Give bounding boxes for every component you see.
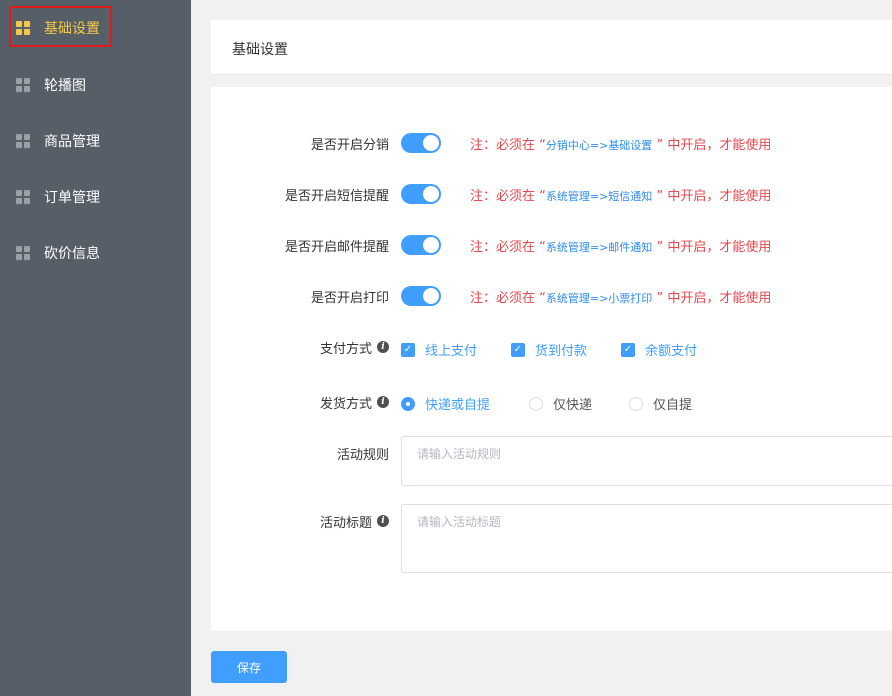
note-suffix: ” 中开启，才能使用 xyxy=(656,290,772,306)
page-title: 基础设置 xyxy=(232,42,288,58)
note-path: 系统管理=>小票打印 xyxy=(545,291,653,305)
radio-circle-icon xyxy=(529,396,543,411)
sidebar: 基础设置 轮播图 商品管理 订单管理 砍价信息 xyxy=(0,0,191,696)
form-row-payment: 支付方式 i xyxy=(211,337,389,357)
info-icon: i xyxy=(377,515,389,527)
field-label: 支付方式 i xyxy=(211,338,389,357)
check-icon: ✓ xyxy=(401,342,415,357)
note-path: 分销中心=>基础设置 xyxy=(545,138,653,152)
header-card: 基础设置 xyxy=(211,20,892,75)
note-prefix: 注：必须在 “ xyxy=(470,137,546,153)
info-icon: i xyxy=(377,396,389,408)
checkbox-label: 余额支付 xyxy=(645,344,698,359)
note-prefix: 注：必须在 “ xyxy=(470,188,546,204)
form-row-delivery: 发货方式 i xyxy=(211,392,389,412)
sidebar-item-label: 订单管理 xyxy=(44,190,100,206)
field-label: 活动规则 xyxy=(336,447,389,463)
field-label: 是否开启邮件提醒 xyxy=(284,239,389,255)
form-row-email: 是否开启邮件提醒 注：必须在 “系统管理=>邮件通知 ” 中开启，才能使用 xyxy=(211,235,771,255)
grid-icon xyxy=(16,78,30,92)
toggle-note: 注：必须在 “系统管理=>邮件通知 ” 中开启，才能使用 xyxy=(470,236,771,255)
payment-online-checkbox[interactable]: ✓ 线上支付 xyxy=(401,340,477,359)
activity-rules-input[interactable] xyxy=(401,436,892,486)
delivery-label: 发货方式 xyxy=(319,396,372,412)
note-suffix: ” 中开启，才能使用 xyxy=(656,239,772,255)
active-highlight-box xyxy=(9,6,112,47)
field-label: 是否开启打印 xyxy=(310,290,389,306)
grid-icon xyxy=(16,246,30,260)
form-row-print: 是否开启打印 注：必须在 “系统管理=>小票打印 ” 中开启，才能使用 xyxy=(211,286,771,306)
sidebar-item-label: 轮播图 xyxy=(44,78,86,94)
toggle-note: 注：必须在 “分销中心=>基础设置 ” 中开启，才能使用 xyxy=(470,134,771,153)
toggle-note: 注：必须在 “系统管理=>小票打印 ” 中开启，才能使用 xyxy=(470,287,771,306)
toggle-knob xyxy=(423,237,439,253)
note-prefix: 注：必须在 “ xyxy=(470,239,546,255)
radio-label: 仅自提 xyxy=(653,398,693,413)
field-label: 活动标题 i xyxy=(211,512,389,531)
distribution-toggle[interactable] xyxy=(401,133,441,153)
radio-dot-icon xyxy=(401,396,415,411)
settings-form: 是否开启分销 注：必须在 “分销中心=>基础设置 ” 中开启，才能使用 是否开启… xyxy=(211,87,892,631)
sidebar-item-products[interactable]: 商品管理 xyxy=(0,113,191,169)
radio-circle-icon xyxy=(629,396,643,411)
radio-label: 仅快递 xyxy=(553,398,593,413)
sidebar-item-basic-settings[interactable]: 基础设置 xyxy=(0,0,191,56)
checkbox-label: 货到付款 xyxy=(535,344,588,359)
sidebar-item-bargain[interactable]: 砍价信息 xyxy=(0,225,191,281)
info-icon: i xyxy=(377,341,389,353)
note-path: 系统管理=>邮件通知 xyxy=(545,240,653,254)
toggle-knob xyxy=(423,288,439,304)
note-path: 系统管理=>短信通知 xyxy=(545,189,653,203)
note-prefix: 注：必须在 “ xyxy=(470,290,546,306)
toggle-knob xyxy=(423,135,439,151)
form-row-distribution: 是否开启分销 注：必须在 “分销中心=>基础设置 ” 中开启，才能使用 xyxy=(211,133,771,153)
sidebar-item-carousel[interactable]: 轮播图 xyxy=(0,57,191,113)
form-row-sms: 是否开启短信提醒 注：必须在 “系统管理=>短信通知 ” 中开启，才能使用 xyxy=(211,184,771,204)
activity-title-input[interactable] xyxy=(401,504,892,573)
field-label: 是否开启分销 xyxy=(310,137,389,153)
checkbox-label: 线上支付 xyxy=(425,344,478,359)
payment-balance-checkbox[interactable]: ✓ 余额支付 xyxy=(621,340,697,359)
check-icon: ✓ xyxy=(511,342,525,357)
email-toggle[interactable] xyxy=(401,235,441,255)
field-label: 是否开启短信提醒 xyxy=(284,188,389,204)
sidebar-item-label: 砍价信息 xyxy=(44,246,100,262)
delivery-pickup-only-radio[interactable]: 仅自提 xyxy=(629,394,692,413)
toggle-note: 注：必须在 “系统管理=>短信通知 ” 中开启，才能使用 xyxy=(470,185,771,204)
sms-toggle[interactable] xyxy=(401,184,441,204)
toggle-knob xyxy=(423,186,439,202)
check-icon: ✓ xyxy=(621,342,635,357)
radio-label: 快递或自提 xyxy=(425,398,491,413)
form-row-rules: 活动规则 xyxy=(211,444,389,463)
delivery-express-or-pickup-radio[interactable]: 快递或自提 xyxy=(401,394,490,413)
note-suffix: ” 中开启，才能使用 xyxy=(656,137,772,153)
grid-icon xyxy=(16,190,30,204)
payment-cod-checkbox[interactable]: ✓ 货到付款 xyxy=(511,340,587,359)
note-suffix: ” 中开启，才能使用 xyxy=(656,188,772,204)
form-row-title: 活动标题 i xyxy=(211,512,389,531)
delivery-express-only-radio[interactable]: 仅快递 xyxy=(529,394,592,413)
field-label: 发货方式 i xyxy=(211,393,389,412)
save-button[interactable]: 保存 xyxy=(211,651,287,683)
sidebar-item-label: 商品管理 xyxy=(44,134,100,150)
print-toggle[interactable] xyxy=(401,286,441,306)
grid-icon xyxy=(16,134,30,148)
sidebar-item-orders[interactable]: 订单管理 xyxy=(0,169,191,225)
payment-label: 支付方式 xyxy=(319,341,372,357)
title-label: 活动标题 xyxy=(319,515,372,531)
